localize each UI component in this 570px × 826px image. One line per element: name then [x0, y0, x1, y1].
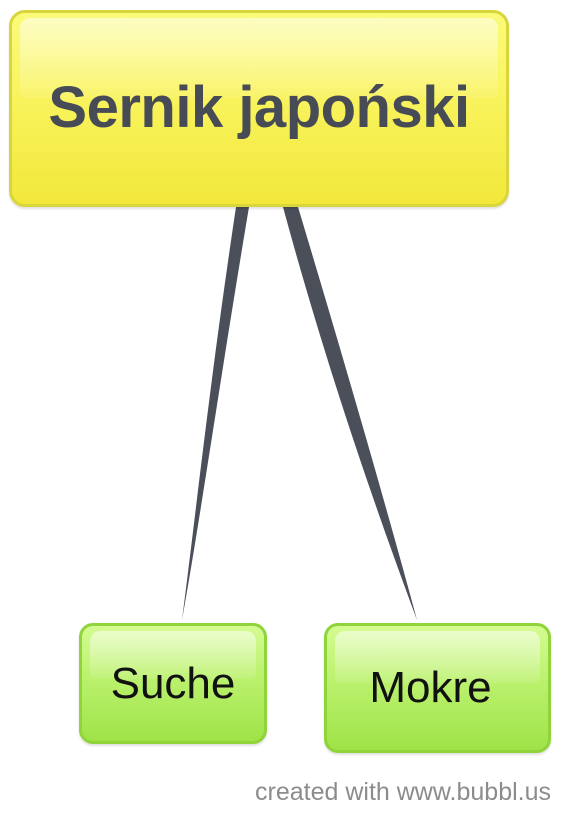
- child-node-label: Mokre: [369, 663, 492, 712]
- root-node-label: Sernik japoński: [48, 75, 470, 140]
- child-node-suche[interactable]: Suche: [79, 623, 267, 744]
- root-node[interactable]: Sernik japoński: [9, 10, 509, 207]
- credit-link[interactable]: created with www.bubbl.us: [255, 778, 551, 807]
- edge-root-to-mokre: [283, 207, 417, 620]
- child-node-label: Suche: [110, 658, 236, 708]
- edge-root-to-suche: [182, 207, 249, 620]
- child-node-mokre[interactable]: Mokre: [324, 623, 551, 753]
